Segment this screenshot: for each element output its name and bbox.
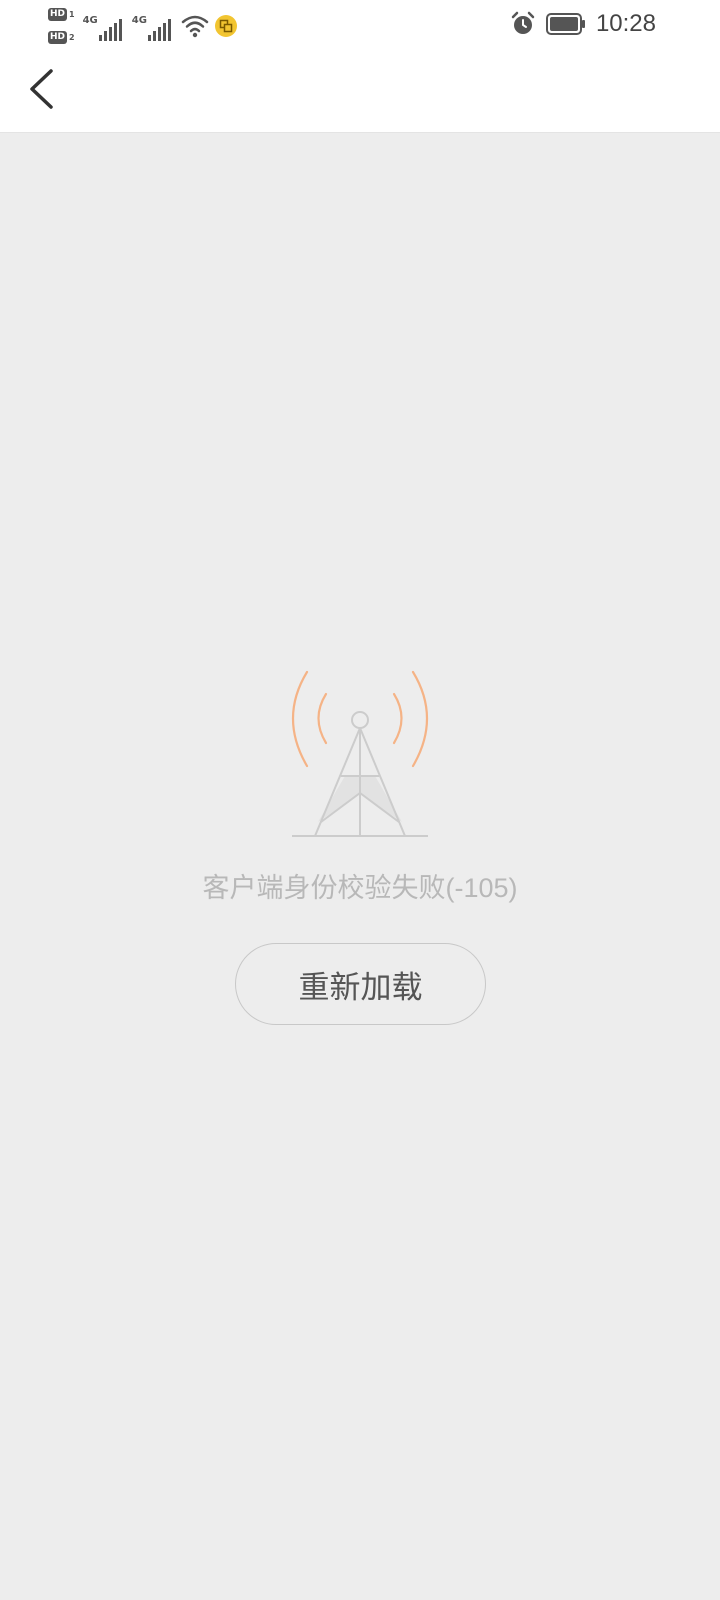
sim2-signal: 4G xyxy=(132,11,173,41)
sim1-signal-bars-icon xyxy=(98,19,124,41)
alarm-icon xyxy=(511,11,535,34)
status-bar: HD 1 HD 2 4G 4G 10:28 xyxy=(0,0,720,50)
sim1-number: 1 xyxy=(69,10,75,19)
status-time: 10:28 xyxy=(595,10,656,37)
reload-button[interactable]: 重新加载 xyxy=(235,943,486,1025)
sim-indicators: HD 1 HD 2 xyxy=(48,7,75,45)
sim1-network-type: 4G xyxy=(82,15,98,26)
wifi-icon xyxy=(181,15,209,38)
battery-icon xyxy=(545,13,585,35)
signal-tower-icon xyxy=(292,670,428,837)
app-screen: HD 1 HD 2 4G 4G 10:28 客户端身份校验失败(-105) 重新… xyxy=(0,0,720,1600)
sim1-hd-badge: HD 1 xyxy=(48,7,75,22)
nav-header xyxy=(0,50,720,133)
chevron-left-icon xyxy=(30,69,53,109)
sim2-number: 2 xyxy=(69,33,75,42)
back-button[interactable] xyxy=(16,64,66,114)
sim1-signal: 4G xyxy=(83,11,124,41)
status-bar-right: 10:28 xyxy=(510,0,656,48)
sim2-hd-badge: HD 2 xyxy=(48,30,75,45)
sim1-hd-label: HD xyxy=(48,8,68,21)
sim2-network-type: 4G xyxy=(131,15,147,26)
copy-app-icon xyxy=(214,15,237,37)
error-message: 客户端身份校验失败(-105) xyxy=(202,873,518,903)
sim2-signal-bars-icon xyxy=(147,19,173,41)
status-bar-left: HD 1 HD 2 4G 4G xyxy=(48,4,243,48)
sim2-hd-label: HD xyxy=(48,31,68,44)
